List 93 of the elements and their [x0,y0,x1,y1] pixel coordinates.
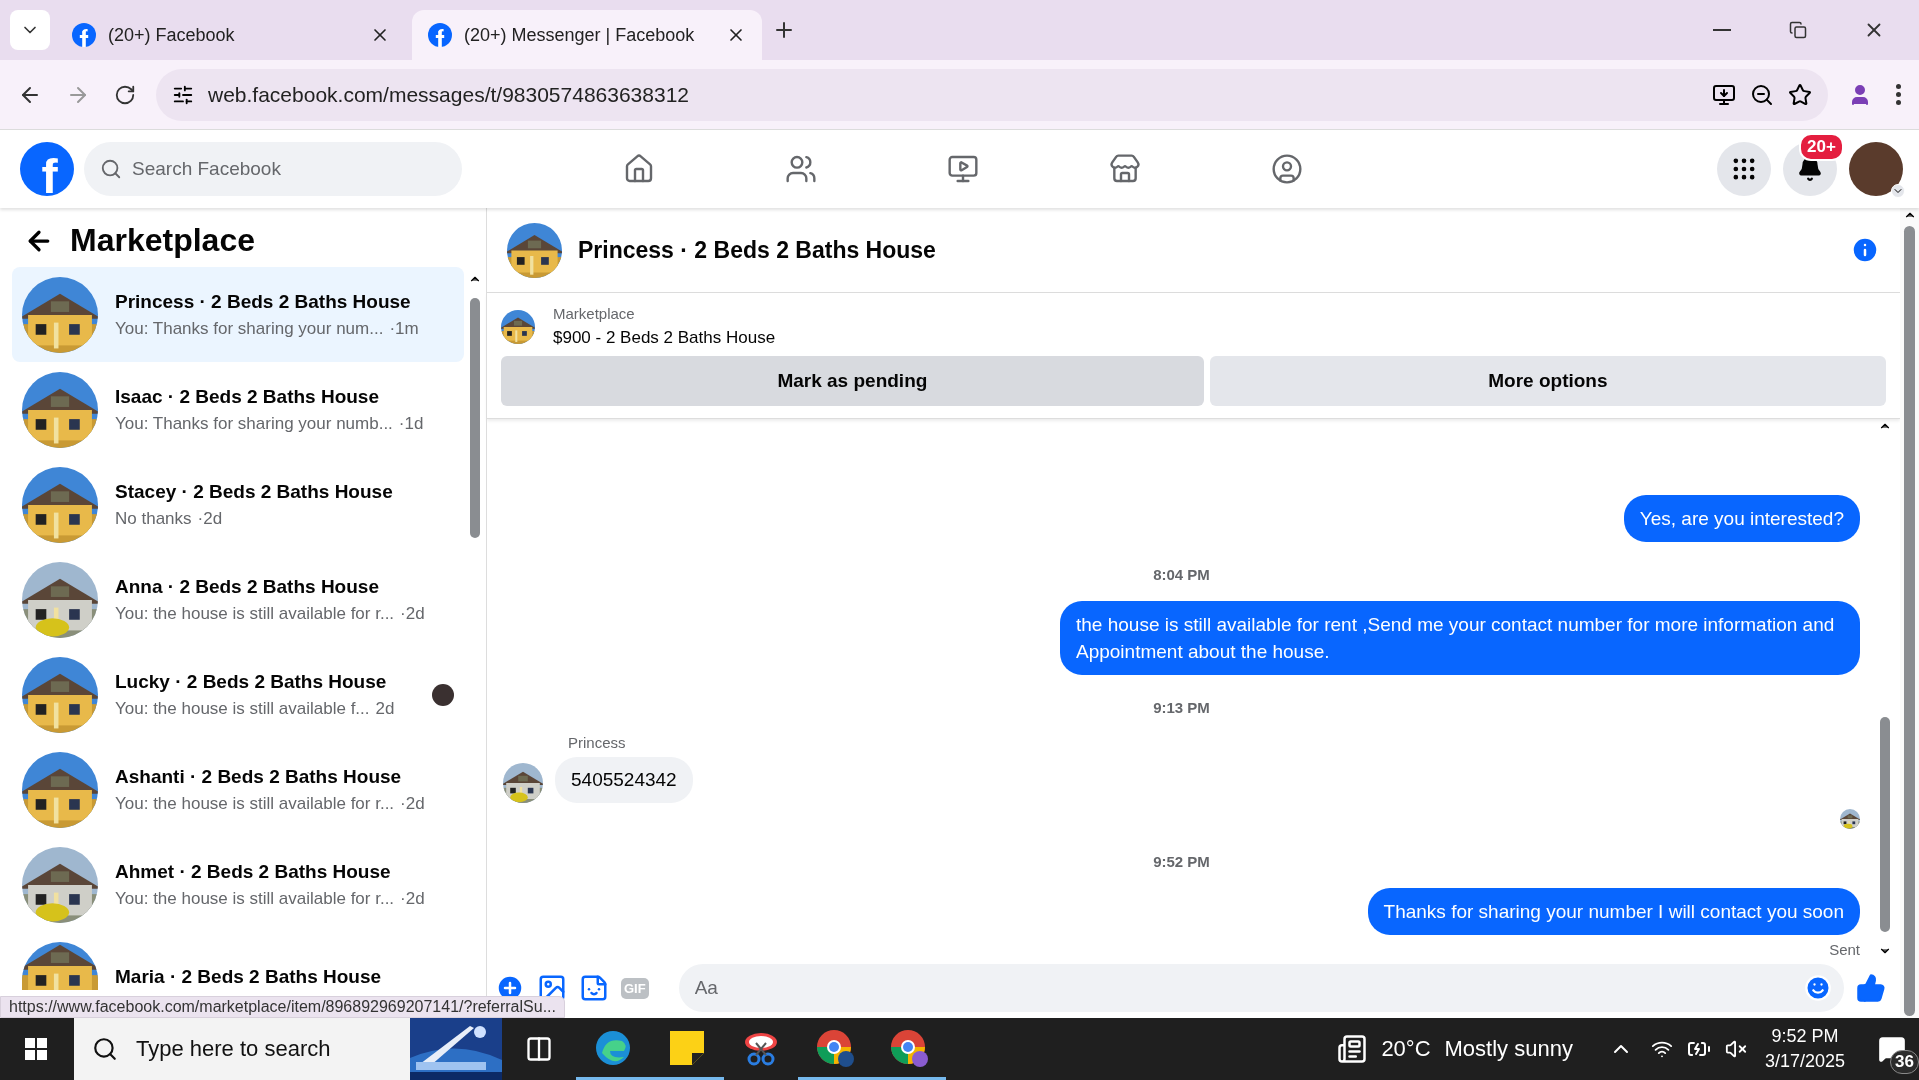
windows-start-icon[interactable] [25,1038,47,1060]
message-preview: No thanks [115,508,192,529]
chevron-down-icon [1891,184,1905,198]
home-icon [623,153,655,185]
chat-title: Princess · 2 Beds 2 Baths House [578,236,937,264]
conversation-item[interactable]: Isaac · 2 Beds 2 Baths House You: Thanks for sharing your numb... ·1d [12,362,464,457]
timestamp: 9:13 PM [1153,699,1210,716]
news-icon[interactable] [1337,1034,1368,1064]
action-button[interactable]: More options [1209,356,1886,406]
message-status: Sent [1829,941,1860,958]
restore-icon [1789,21,1807,39]
conversation-name: Stacey · 2 Beds 2 Baths House [115,480,394,503]
conversation-item[interactable]: Princess · 2 Beds 2 Baths House You: Thanks for sharing your num... ·1m [12,267,464,362]
site-settings-icon[interactable] [172,83,194,106]
conversation-name: Isaac · 2 Beds 2 Baths House [115,385,380,408]
conversation-name: Ahmet · 2 Beds 2 Baths House [115,860,392,883]
browser-tab[interactable]: (20+) Messenger | Facebook [412,10,762,60]
favicon-icon [72,23,96,47]
listing-label: Marketplace [553,305,636,322]
address-bar[interactable]: web.facebook.com/messages/t/9830574863638312 [156,68,1828,121]
timestamp: 8:04 PM [1153,566,1210,583]
message-time: ·1m [389,318,419,339]
message-time: ·1d [398,413,424,434]
video-icon [947,153,979,185]
install-icon[interactable] [1712,82,1736,107]
people-icon [785,153,817,185]
notification-count: 36 [1890,1050,1919,1074]
message-preview: You: the house is still available for r... [115,888,395,909]
conversation-name: Anna · 2 Beds 2 Baths House [115,575,380,598]
menu-icon [1896,84,1901,105]
conversation-name: Ashanti · 2 Beds 2 Baths House [115,765,403,788]
sent-message: Yes, are you interested? [1623,495,1860,542]
sticky-note-icon [670,1030,704,1065]
message-time: ·2d [400,888,425,909]
message-preview: You: Thanks for sharing your num... [115,318,384,339]
notification-badge: 20+ [1799,133,1844,161]
message-time: ·2d [400,793,425,814]
swirl-icon [594,1028,632,1067]
timestamp: 9:52 PM [1153,853,1210,870]
conversation-item[interactable]: Ashanti · 2 Beds 2 Baths House You: the house is still available for r... ·2d [12,742,464,837]
message-time: ·2d [400,603,425,624]
logo-icon[interactable]: f [20,142,74,196]
browser-icon [815,1027,855,1068]
temperature: 20°C [1381,1036,1431,1062]
speaker-muted-icon[interactable] [1724,1038,1747,1060]
conversation-item[interactable]: Ahmet · 2 Beds 2 Baths House You: the house is still available for r... ·2d [12,837,464,932]
message-preview: You: the house is still available for r... [115,793,395,814]
conversation-name: Maria · 2 Beds 2 Baths House [115,966,383,988]
profile-circle-icon [1271,153,1303,185]
zoom-icon[interactable] [1750,82,1774,107]
message-time: 2d [375,698,395,719]
taskbar-search[interactable]: Type here to search [74,1018,502,1080]
message-time: ·2d [197,508,223,529]
tab-title: (20+) Messenger | Facebook [464,24,696,46]
message-preview: You: Thanks for sharing your numb... [115,413,393,434]
favicon-icon [428,23,452,47]
received-message: 5405524342 [555,757,693,803]
message-preview: You: the house is still available for r... [115,603,395,624]
message-preview: You: the house is still available f... [115,698,370,719]
notification-center-button[interactable]: 36 [1865,1018,1919,1080]
tab-title: (20+) Facebook [108,24,236,46]
sent-message: Thanks for sharing your number I will contact you soon [1367,888,1860,935]
url-tooltip: https://www.facebook.com/marketplace/item/896892969207141/?referralSu... [0,996,565,1018]
bookmark-star-icon[interactable] [1788,82,1812,107]
menu-button[interactable] [1717,142,1771,196]
store-icon [1109,153,1141,185]
search-icon [100,158,122,180]
browser-icon [889,1027,929,1068]
like-icon[interactable] [1856,973,1886,1003]
scrollbar[interactable] [1900,208,1919,1018]
search-icon [92,1036,118,1062]
info-icon[interactable] [1850,235,1880,265]
search-placeholder: Type here to search [136,1036,331,1062]
clock[interactable]: 9:52 PM 3/17/2025 [1764,1026,1845,1072]
weather-text: Mostly sunny [1444,1036,1573,1062]
conversation-name: Lucky · 2 Beds 2 Baths House [115,670,388,693]
conversation-item[interactable]: Stacey · 2 Beds 2 Baths House No thanks ·2d [12,457,464,552]
conversation-item[interactable]: Lucky · 2 Beds 2 Baths House You: the house is still available f... 2d [12,647,464,742]
sender-name: Princess [568,734,627,751]
reload-icon [114,83,136,106]
conversation-name: Princess · 2 Beds 2 Baths House [115,290,412,313]
listing-title: $900 - 2 Beds 2 Baths House [553,328,776,348]
account-button[interactable] [1849,142,1903,196]
sidebar-title: Marketplace [70,222,255,259]
minimize-icon [1713,29,1731,31]
action-button[interactable]: Mark as pending [501,356,1204,406]
task-view-icon [525,1035,553,1063]
sent-message: the house is still available for rent ,Send me your contact number for more information and Appointment about the house. [1060,601,1860,675]
search-field[interactable]: Search Facebook [84,142,462,196]
sticker-icon[interactable] [579,973,609,1003]
browser-tab[interactable]: (20+) Facebook [56,10,406,60]
message-field[interactable]: Aa [678,964,1844,1012]
conversation-item[interactable]: Anna · 2 Beds 2 Baths House You: the house is still available for r... ·2d [12,552,464,647]
